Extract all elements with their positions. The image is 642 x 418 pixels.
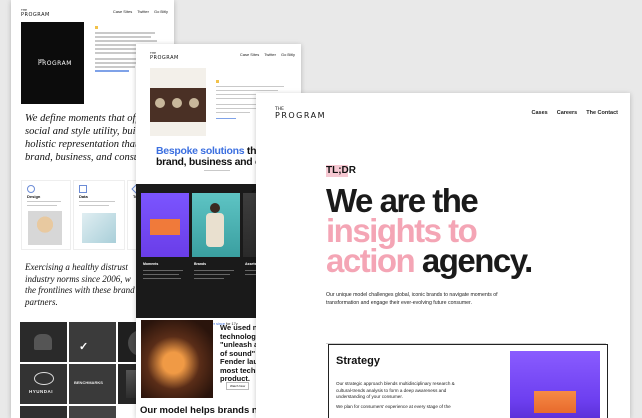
- strategy-title: Strategy: [336, 355, 381, 367]
- nav-careers[interactable]: Careers: [557, 110, 578, 116]
- product-image-shoebox[interactable]: [141, 193, 189, 257]
- column-label: Moments: [143, 262, 159, 266]
- brand-tile[interactable]: [20, 322, 67, 362]
- text-line: [27, 201, 61, 202]
- accent-dot: [216, 80, 219, 83]
- brand-tile[interactable]: ✓: [69, 322, 116, 362]
- design-icon: [27, 185, 35, 193]
- figure-head: [210, 203, 220, 213]
- nav-item[interactable]: Twitter: [264, 52, 276, 57]
- column-label: Assets: [245, 262, 257, 266]
- site-logo[interactable]: THE PROGRAM: [21, 8, 50, 18]
- hero-black-card: THE PROGRAM: [21, 22, 84, 104]
- text-link[interactable]: [95, 70, 129, 72]
- nav-item[interactable]: Case Sites: [113, 9, 132, 14]
- nav-cases[interactable]: Cases: [532, 110, 548, 116]
- text-line: [194, 270, 234, 271]
- brand-tile-label: HYUNDAI: [29, 389, 54, 394]
- text-line: [216, 90, 278, 91]
- shoebox-shape: [150, 219, 180, 235]
- brand-tile-label: BENCHMARKS: [74, 380, 103, 385]
- site-logo[interactable]: THE PROGRAM: [150, 51, 179, 61]
- amp-knob: [189, 98, 199, 108]
- text-line: [216, 98, 256, 99]
- product-image-dancer[interactable]: [192, 193, 240, 257]
- text-line: [143, 278, 181, 279]
- glass-object-image: [82, 213, 116, 243]
- text-line: [216, 112, 250, 113]
- strategy-image-shoebox: [510, 351, 600, 418]
- accent-dot: [95, 26, 98, 29]
- we-used-heading: We used n technolog "unleash a of sound"…: [220, 323, 261, 383]
- strategy-paragraph: Our strategic approach blends multidisci…: [336, 381, 455, 399]
- amp-knob: [172, 98, 182, 108]
- hyundai-logo-icon: [34, 372, 54, 385]
- text-line: [194, 274, 230, 275]
- text-line: [27, 205, 57, 206]
- shoebox-shape: [534, 391, 576, 413]
- nav-item[interactable]: Go Bitly: [281, 52, 295, 57]
- brand-image: [34, 334, 52, 350]
- intro-paragraph: Our unique model challenges global, icon…: [326, 292, 498, 306]
- service-card[interactable]: Data: [73, 180, 125, 250]
- strategy-paragraph: We plan for consumers' experience at eve…: [336, 404, 451, 409]
- figure-body: [206, 213, 224, 247]
- text-line: [204, 170, 230, 171]
- amp-photo: [150, 68, 206, 136]
- nav-item[interactable]: Go Bitly: [154, 9, 168, 14]
- text-line: [95, 32, 155, 34]
- strategy-card[interactable]: Strategy Our strategic approach blends m…: [328, 344, 608, 418]
- top-nav: Case Sites Twitter Go Bitly: [108, 9, 168, 14]
- brand-tile[interactable]: HYUNDAI: [20, 364, 67, 404]
- text-link[interactable]: [216, 118, 236, 119]
- fender-scene: [141, 320, 213, 398]
- brand-tile[interactable]: [20, 406, 67, 418]
- card-title: Design: [27, 194, 41, 199]
- nav-item[interactable]: Case Sites: [240, 52, 259, 57]
- column-label: Brands: [194, 262, 207, 266]
- nav-item[interactable]: Twitter: [137, 9, 149, 14]
- brand-tile[interactable]: [69, 406, 116, 418]
- text-line: [79, 201, 115, 202]
- top-nav: Case Sites Twitter Go Bitly: [235, 52, 295, 57]
- portrait-image: [28, 211, 62, 245]
- text-line: [95, 40, 157, 42]
- watch-now-button[interactable]: Watch Now: [226, 382, 250, 390]
- nike-swoosh-icon: ✓: [79, 341, 89, 353]
- data-icon: [79, 185, 87, 193]
- text-line: [95, 36, 151, 38]
- top-nav: Cases Careers The Contact: [527, 110, 619, 116]
- text-line: [143, 274, 179, 275]
- site-logo[interactable]: THE PROGRAM: [275, 107, 326, 120]
- text-line: [79, 205, 109, 206]
- brand-tile[interactable]: BENCHMARKS: [69, 364, 116, 404]
- text-line: [216, 86, 284, 87]
- text-line: [143, 270, 183, 271]
- amp-knob: [155, 98, 165, 108]
- text-line: [194, 278, 224, 279]
- page-preview-home: THE PROGRAM Cases Careers The Contact TL;D…: [256, 93, 630, 418]
- nav-contact[interactable]: The Contact: [586, 110, 618, 116]
- text-line: [95, 66, 135, 68]
- card-title: Data: [79, 194, 88, 199]
- fender-photo: [141, 320, 213, 398]
- hero-logo: THE PROGRAM: [38, 58, 72, 67]
- tldr-label: TL;DR: [326, 165, 356, 176]
- service-card[interactable]: Design: [21, 180, 71, 250]
- hero-headline: We are the insights to action agency.: [326, 182, 533, 279]
